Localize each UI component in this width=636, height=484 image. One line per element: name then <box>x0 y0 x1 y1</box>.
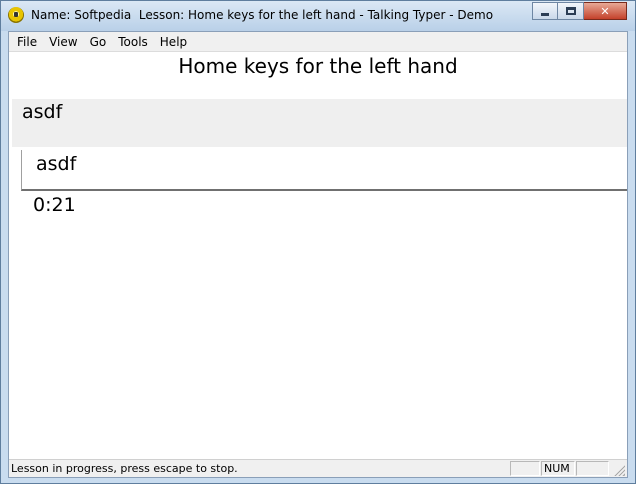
menu-view[interactable]: View <box>43 32 83 52</box>
typed-text: asdf <box>36 153 77 175</box>
resize-grip-icon[interactable] <box>613 464 625 476</box>
typing-input[interactable]: asdf <box>21 150 627 191</box>
menu-tools[interactable]: Tools <box>112 32 154 52</box>
client-area: File View Go Tools Help Home keys for th… <box>8 31 628 478</box>
menu-help[interactable]: Help <box>154 32 193 52</box>
menu-go[interactable]: Go <box>84 32 113 52</box>
app-icon[interactable] <box>8 7 24 23</box>
title-bar[interactable]: Name: Softpedia Lesson: Home keys for th… <box>1 1 635 31</box>
target-text: asdf <box>22 101 63 123</box>
app-window: Name: Softpedia Lesson: Home keys for th… <box>0 0 636 484</box>
status-pane-scroll <box>576 461 609 476</box>
menu-bar: File View Go Tools Help <box>9 32 627 52</box>
close-button[interactable]: ✕ <box>584 2 627 20</box>
maximize-icon <box>565 7 576 15</box>
elapsed-timer: 0:21 <box>33 194 76 216</box>
minimize-button[interactable] <box>532 2 558 20</box>
close-icon: ✕ <box>600 4 610 18</box>
maximize-button[interactable] <box>558 2 584 20</box>
window-title: Name: Softpedia Lesson: Home keys for th… <box>31 8 494 22</box>
status-pane-caps <box>510 461 540 476</box>
status-bar: Lesson in progress, press escape to stop… <box>9 459 627 477</box>
status-message: Lesson in progress, press escape to stop… <box>11 462 238 475</box>
caption-buttons: ✕ <box>532 2 627 20</box>
target-text-panel: asdf <box>12 99 627 147</box>
minimize-icon <box>541 12 549 16</box>
status-pane-num: NUM <box>541 461 575 476</box>
lesson-title: Home keys for the left hand <box>178 54 458 78</box>
menu-file[interactable]: File <box>11 32 43 52</box>
